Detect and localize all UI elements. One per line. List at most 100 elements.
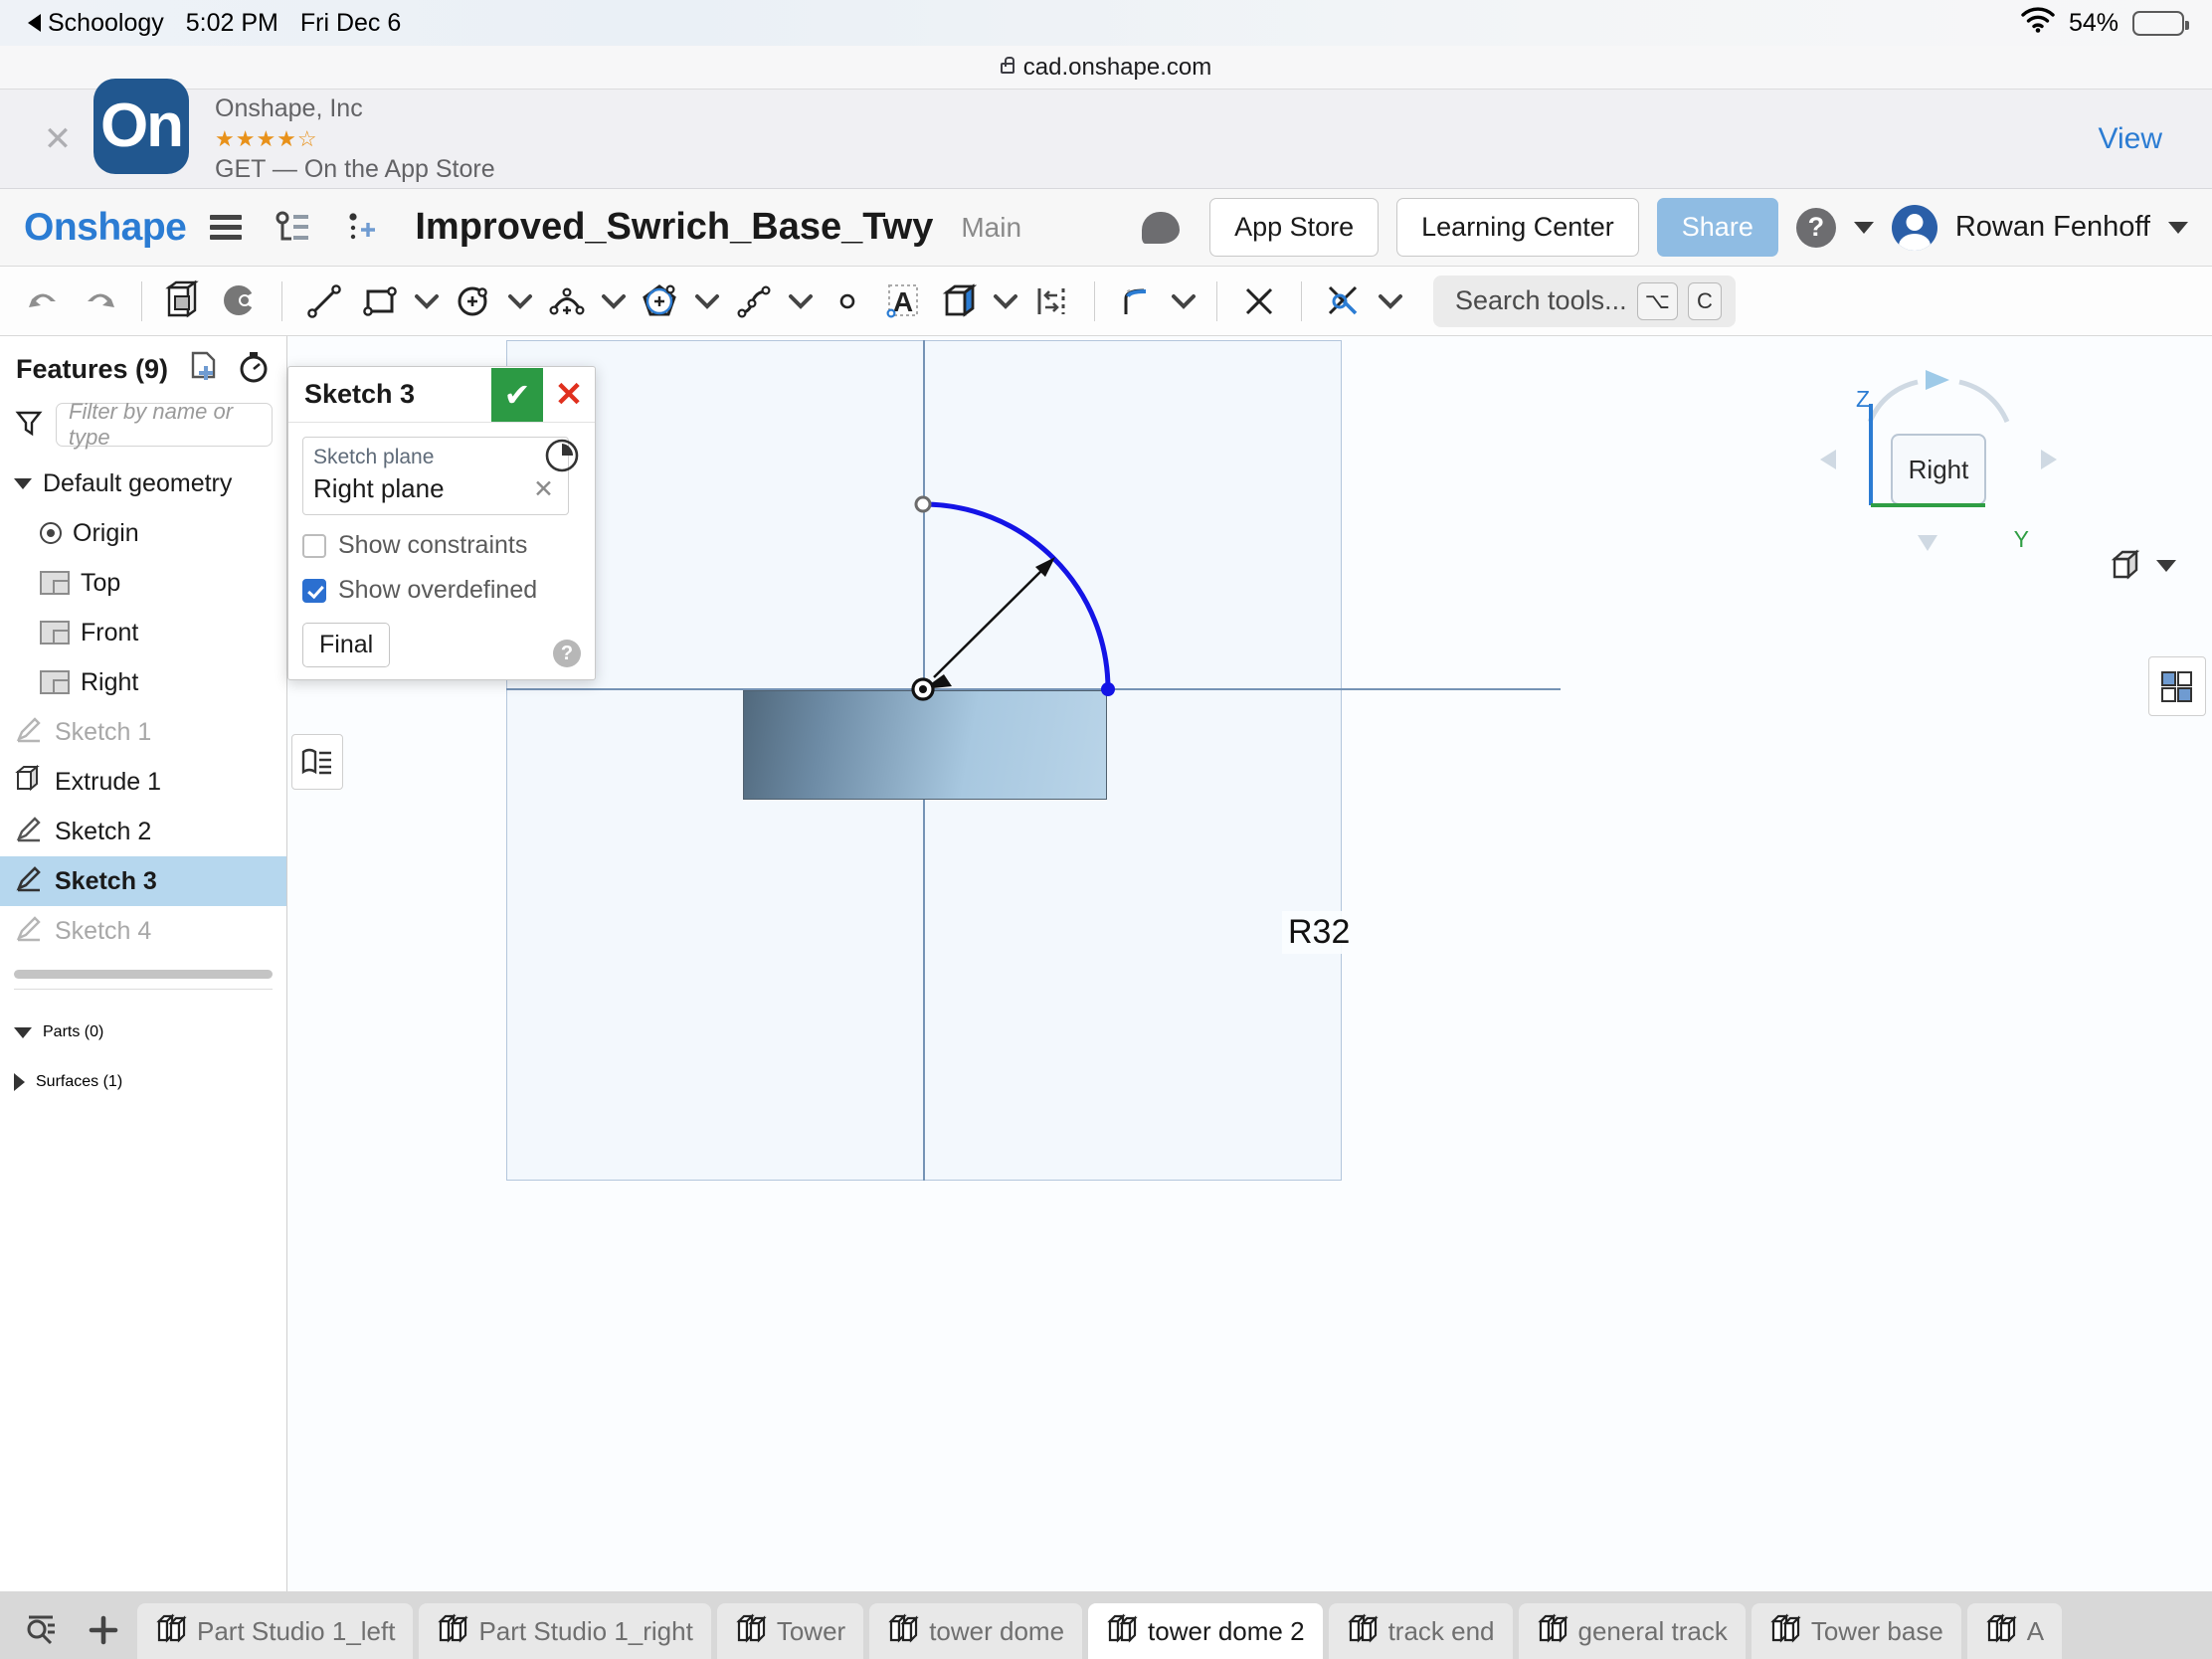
fillet-chevron-down-icon[interactable] [1167, 276, 1200, 327]
search-input[interactable]: Search tools... ⌥ C [1433, 275, 1736, 327]
app-store-button[interactable]: App Store [1209, 198, 1380, 257]
tab-track-end[interactable]: track end [1328, 1603, 1513, 1659]
version-graph-icon[interactable] [266, 202, 317, 254]
comment-icon[interactable] [1142, 211, 1181, 244]
show-constraints-checkbox[interactable] [302, 533, 326, 558]
back-to-app-button[interactable]: Schoology [28, 9, 164, 38]
history-clock-icon[interactable] [543, 437, 581, 479]
text-icon[interactable]: A [877, 276, 929, 327]
tree-node-sketch-2[interactable]: Sketch 2 [0, 807, 286, 856]
help-chevron-down-icon[interactable] [1853, 221, 1874, 234]
tab-overflow[interactable]: A [1966, 1603, 2063, 1659]
line-icon[interactable] [298, 276, 350, 327]
part-studio-icon [1537, 1612, 1568, 1651]
use-chevron-down-icon[interactable] [989, 276, 1022, 327]
tab-tower[interactable]: Tower [716, 1603, 864, 1659]
fillet-icon[interactable] [1111, 276, 1163, 327]
view-options-control[interactable] [2107, 545, 2176, 587]
tree-node-label: Sketch 1 [55, 717, 152, 746]
user-chevron-down-icon[interactable] [2168, 221, 2188, 234]
filter-input[interactable]: Filter by name or type [56, 399, 273, 450]
history-icon[interactable] [237, 350, 271, 389]
tab-general-track[interactable]: general track [1518, 1603, 1746, 1659]
tab-part-studio-1-left[interactable]: Part Studio 1_left [137, 1603, 414, 1659]
chevron-down-icon[interactable] [14, 477, 32, 489]
sketch-dialog: Sketch 3 ✔ ✕ Sketch plane Right plane ✕ [287, 366, 596, 680]
tab-tower-dome[interactable]: tower dome [869, 1603, 1083, 1659]
redo-icon[interactable] [74, 276, 125, 327]
accept-button[interactable]: ✔ [491, 367, 543, 422]
show-overdefined-row[interactable]: Show overdefined [302, 576, 581, 605]
constraint-icon[interactable] [1318, 276, 1370, 327]
tab-part-studio-1-right[interactable]: Part Studio 1_right [419, 1603, 711, 1659]
search-key-option: ⌥ [1636, 281, 1678, 320]
browser-url-bar[interactable]: cad.onshape.com [0, 46, 2212, 90]
rectangle-chevron-down-icon[interactable] [410, 276, 444, 327]
trim-icon[interactable] [1233, 276, 1285, 327]
tab-search-icon[interactable] [14, 1601, 70, 1659]
circle-icon[interactable] [448, 276, 499, 327]
mirror-icon[interactable] [1026, 276, 1078, 327]
show-constraints-row[interactable]: Show constraints [302, 531, 581, 560]
help-icon[interactable]: ? [1795, 207, 1836, 248]
sketch-dim-icon[interactable] [214, 276, 266, 327]
battery-icon [2132, 10, 2189, 36]
feature-tree-scrollbar[interactable] [14, 970, 273, 979]
onshape-logo[interactable]: Onshape [24, 206, 187, 250]
point-icon[interactable] [822, 276, 873, 327]
chevron-down-icon[interactable] [14, 1026, 32, 1038]
tree-node-top[interactable]: Top [0, 558, 286, 608]
tree-node-right[interactable]: Right [0, 657, 286, 707]
tree-node-sketch-4[interactable]: Sketch 4 [0, 906, 286, 956]
avatar[interactable] [1891, 204, 1937, 251]
polygon-chevron-down-icon[interactable] [690, 276, 724, 327]
search-placeholder-label: Search tools... [1455, 285, 1627, 315]
close-icon[interactable]: ✕ [36, 119, 80, 159]
sketch-icon [14, 714, 44, 751]
final-button[interactable]: Final [302, 623, 391, 667]
undo-icon[interactable] [18, 276, 70, 327]
arc-icon[interactable] [541, 276, 593, 327]
tree-node-default-geometry[interactable]: Default geometry [0, 459, 286, 508]
features-panel: Features (9) Filter by name or type Defa… [0, 336, 287, 1591]
add-feature-icon[interactable] [187, 350, 221, 389]
plus-icon[interactable] [76, 1601, 131, 1659]
spline-icon[interactable] [728, 276, 780, 327]
show-overdefined-checkbox[interactable] [302, 578, 326, 603]
tab-tower-base[interactable]: Tower base [1751, 1603, 1961, 1659]
hamburger-icon[interactable] [204, 209, 248, 246]
help-icon[interactable]: ? [553, 640, 581, 667]
tree-node-sketch-3[interactable]: Sketch 3 [0, 856, 286, 906]
use-projection-icon[interactable] [933, 276, 985, 327]
rectangle-icon[interactable] [354, 276, 406, 327]
spline-chevron-down-icon[interactable] [784, 276, 818, 327]
view-cube[interactable]: Right Z Y [1814, 356, 2063, 575]
sketch-cube-icon[interactable] [158, 276, 210, 327]
tree-node-front[interactable]: Front [0, 608, 286, 657]
filter-icon[interactable] [14, 408, 44, 443]
chevron-right-icon[interactable] [14, 1073, 25, 1091]
extruded-block[interactable] [743, 690, 1107, 800]
sketch-plane-field[interactable]: Sketch plane Right plane ✕ [302, 437, 569, 515]
surfaces-section-header[interactable]: Surfaces (1) [0, 1057, 286, 1107]
feature-list-icon[interactable] [291, 734, 343, 790]
constraints-chevron-down-icon[interactable] [1374, 276, 1407, 327]
tree-node-origin[interactable]: Origin [0, 508, 286, 558]
display-options-icon[interactable] [2148, 656, 2206, 716]
learning-center-button[interactable]: Learning Center [1396, 198, 1639, 257]
radius-dimension-label[interactable]: R32 [1282, 911, 1357, 954]
axis-z-label: Z [1856, 386, 1871, 412]
user-name-label[interactable]: Rowan Fenhoff [1955, 211, 2150, 244]
tab-tower-dome-2[interactable]: tower dome 2 [1088, 1603, 1323, 1659]
view-app-button[interactable]: View [2099, 122, 2176, 156]
view-chevron-down-icon[interactable] [2156, 560, 2176, 572]
share-button[interactable]: Share [1656, 198, 1778, 257]
parts-section-header[interactable]: Parts (0) [0, 1008, 286, 1057]
tree-node-extrude-1[interactable]: Extrude 1 [0, 757, 286, 807]
tree-node-sketch-1[interactable]: Sketch 1 [0, 707, 286, 757]
add-feature-icon[interactable] [335, 202, 387, 254]
cancel-button[interactable]: ✕ [543, 367, 595, 422]
arc-chevron-down-icon[interactable] [597, 276, 631, 327]
polygon-icon[interactable] [635, 276, 686, 327]
circle-chevron-down-icon[interactable] [503, 276, 537, 327]
